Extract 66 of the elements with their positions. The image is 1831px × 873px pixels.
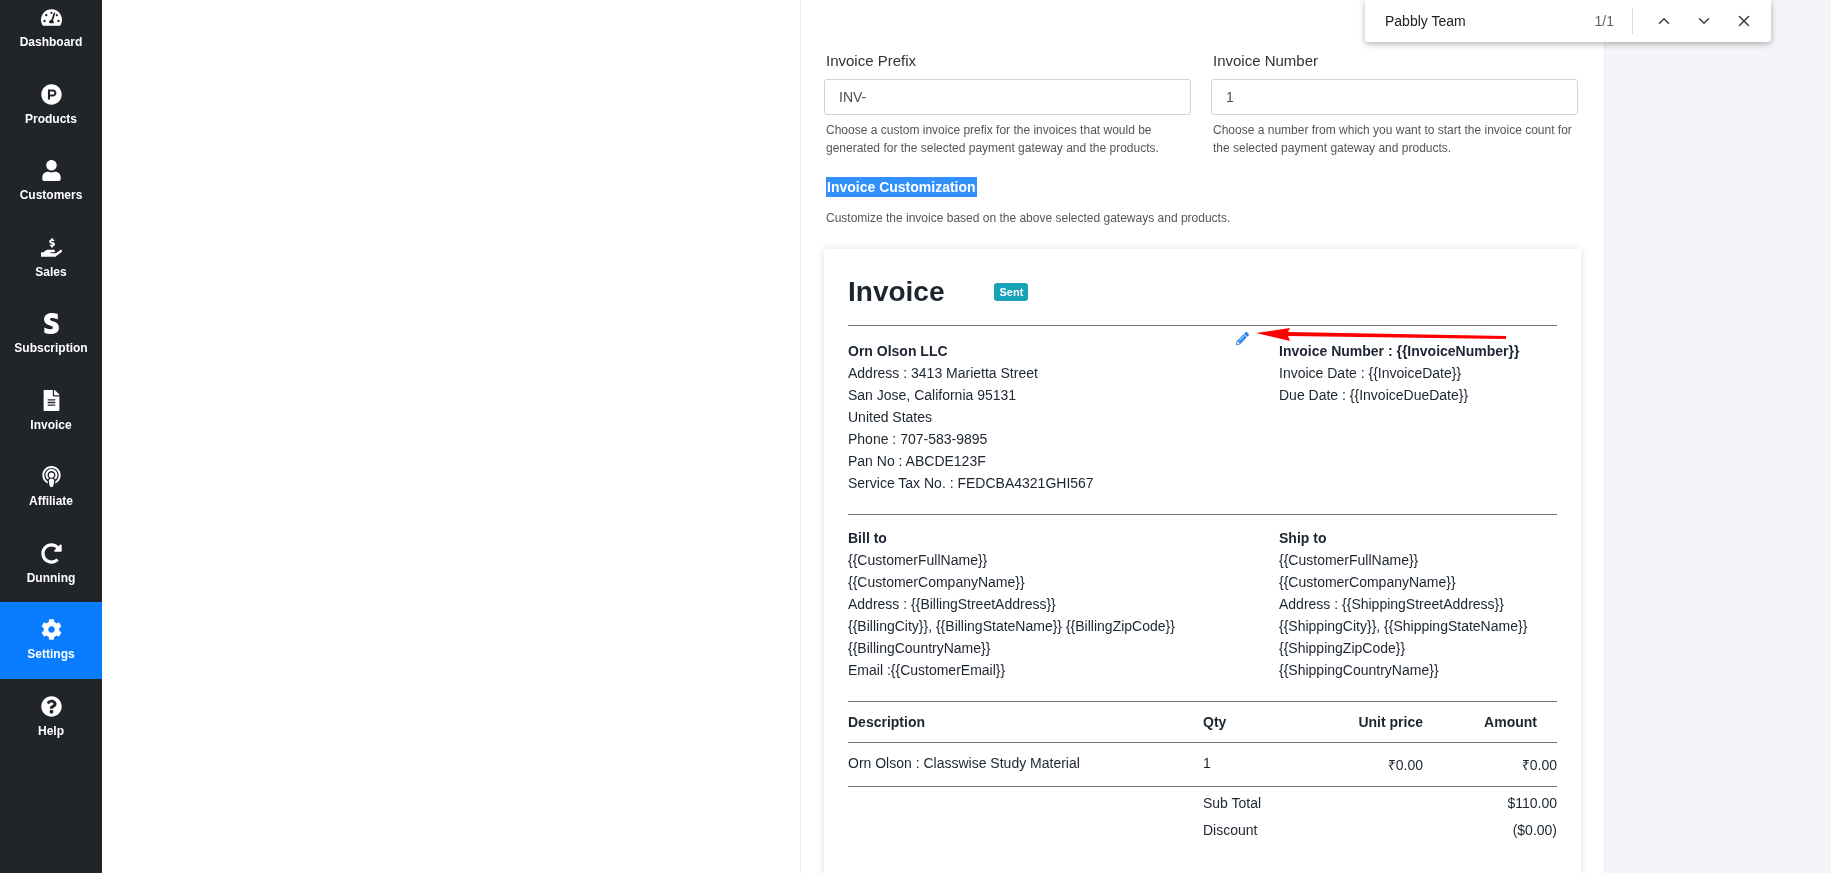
input-field[interactable]: INV- bbox=[824, 79, 1191, 115]
address-line: Address : {{ShippingStreetAddress}} bbox=[1279, 595, 1504, 614]
podcast-icon bbox=[40, 466, 62, 488]
field-label: Invoice Number bbox=[1213, 52, 1320, 69]
input-field[interactable]: 1 bbox=[1211, 79, 1578, 115]
sidebar-item[interactable]: Help bbox=[0, 678, 102, 755]
company-name: Orn Olson LLC bbox=[848, 342, 948, 361]
company-line: Service Tax No. : FEDCBA4321GHI567 bbox=[848, 474, 1094, 493]
column-header: Qty bbox=[1203, 713, 1228, 732]
hand-dollar-icon bbox=[40, 236, 62, 258]
company-line: Phone : 707-583-9895 bbox=[848, 430, 988, 449]
invoice-meta: Due Date : {{InvoiceDueDate}} bbox=[1279, 386, 1469, 405]
table-cell-text: Orn Olson : Classwise Study Material bbox=[848, 754, 1081, 773]
sidebar-item[interactable]: Subscription bbox=[0, 296, 102, 373]
address-line: {{ShippingCity}}, {{ShippingStateName}} bbox=[1279, 617, 1528, 636]
column-header: Unit price bbox=[1357, 713, 1423, 732]
address-line: {{ShippingZipCode}} bbox=[1279, 639, 1406, 658]
help-text: Choose a custom invoice prefix for the invoices that would be generated for the selected payment gateway and the products. bbox=[826, 122, 1160, 157]
company-line: San Jose, California 95131 bbox=[848, 386, 1017, 405]
pencil-icon[interactable] bbox=[1236, 332, 1249, 345]
address-line: Email :{{CustomerEmail}} bbox=[848, 661, 1006, 680]
gauge-icon bbox=[40, 7, 62, 29]
address-line: {{CustomerFullName}} bbox=[848, 551, 988, 570]
company-line: Address : 3413 Marietta Street bbox=[848, 364, 1038, 383]
address-line: {{CustomerCompanyName}} bbox=[848, 573, 1025, 592]
user-icon bbox=[40, 160, 62, 182]
address-line: {{BillingCountryName}} bbox=[848, 639, 991, 658]
help-icon bbox=[40, 695, 62, 717]
invoice-meta: Invoice Date : {{InvoiceDate}} bbox=[1279, 364, 1462, 383]
redo-icon bbox=[40, 542, 62, 564]
status-badge: Sent bbox=[994, 283, 1029, 301]
invoice-title: Invoice bbox=[848, 276, 945, 308]
settings-icon bbox=[40, 619, 62, 641]
section-heading: Bill to bbox=[848, 529, 887, 548]
column-header: Description bbox=[848, 713, 926, 732]
sidebar-item[interactable]: Dashboard bbox=[0, 0, 102, 67]
sidebar-item[interactable]: Dunning bbox=[0, 525, 102, 602]
help-text: Choose a number from which you want to start the invoice count for the selected payment gateway and products. bbox=[1213, 122, 1573, 157]
table-cell-text: 1 bbox=[1203, 754, 1212, 773]
table-cell-text: ₹0.00 bbox=[1520, 756, 1557, 775]
section-description: Customize the invoice based on the above selected gateways and products. bbox=[826, 211, 1232, 225]
find-query[interactable]: Pabbly Team bbox=[1385, 13, 1595, 29]
sidebar-item[interactable]: Settings bbox=[0, 602, 102, 679]
field-label: Invoice Prefix bbox=[826, 52, 918, 69]
address-line: {{ShippingCountryName}} bbox=[1279, 661, 1439, 680]
sidebar-item[interactable]: Customers bbox=[0, 143, 102, 220]
invoice-meta: Invoice Number : {{InvoiceNumber}} bbox=[1279, 342, 1520, 361]
address-line: {{BillingCity}}, {{BillingStateName}} {{BillingZipCode}} bbox=[848, 617, 1175, 636]
address-line: {{CustomerFullName}} bbox=[1279, 551, 1419, 570]
column-header: Amount bbox=[1483, 713, 1538, 732]
total-value: $110.00 bbox=[1506, 794, 1557, 813]
company-line: United States bbox=[848, 408, 933, 427]
match-count: 1/1 bbox=[1594, 8, 1633, 34]
section-title: Invoice Customization bbox=[826, 177, 977, 197]
address-line: {{CustomerCompanyName}} bbox=[1279, 573, 1456, 592]
total-label: Sub Total bbox=[1203, 794, 1263, 813]
sidebar-item[interactable]: Products bbox=[0, 66, 102, 143]
table-cell-text: ₹0.00 bbox=[1386, 756, 1423, 775]
section-heading: Ship to bbox=[1279, 529, 1327, 548]
total-value: ($0.00) bbox=[1511, 821, 1557, 840]
sidebar-item[interactable]: Affiliate bbox=[0, 449, 102, 526]
sidebar-item[interactable]: Sales bbox=[0, 219, 102, 296]
total-label: Discount bbox=[1203, 821, 1259, 840]
sidebar-item[interactable]: Invoice bbox=[0, 372, 102, 449]
address-line: Address : {{BillingStreetAddress}} bbox=[848, 595, 1056, 614]
company-line: Pan No : ABCDE123F bbox=[848, 452, 986, 471]
